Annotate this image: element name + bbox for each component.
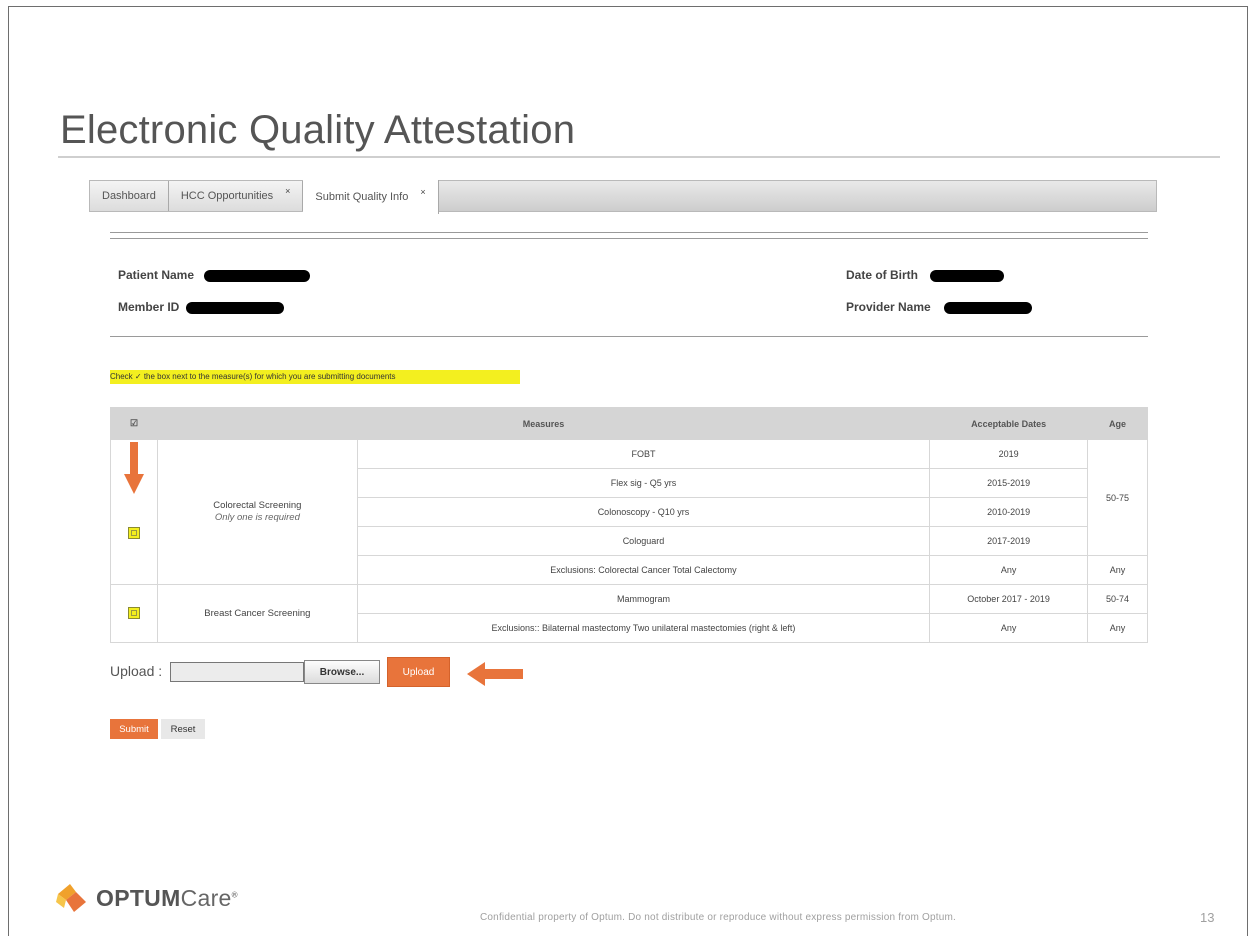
age-cell: 50-74 <box>1087 584 1148 614</box>
tab-label: Dashboard <box>102 190 156 202</box>
dates-cell: 2010-2019 <box>929 497 1089 527</box>
patient-name-label: Patient Name <box>118 268 195 282</box>
instruction-text: Check ✓ the box next to the measure(s) f… <box>110 370 520 384</box>
tab-label: HCC Opportunities <box>180 190 274 202</box>
colorectal-checkbox[interactable] <box>127 527 140 539</box>
age-cell: Any <box>1087 613 1148 643</box>
dates-cell: 2019 <box>929 439 1089 469</box>
measure-cell: Exclusions:: Bilaternal mastectomy Two u… <box>356 613 931 643</box>
check-column-header: ☑ <box>110 407 158 440</box>
divider <box>110 238 1148 239</box>
logo-product: Care <box>180 884 232 911</box>
logo-wordmark: OPTUMCare® <box>96 885 238 912</box>
measure-cell: Mammogram <box>356 584 931 614</box>
dates-cell: 2015-2019 <box>929 468 1089 498</box>
arrow-down-icon <box>124 442 144 494</box>
confidentiality-footer: Confidential property of Optum. Do not d… <box>480 912 956 923</box>
close-icon[interactable]: × <box>285 186 290 196</box>
measure-cell: Cologuard <box>356 526 931 556</box>
tab-hcc-opportunities[interactable]: HCC Opportunities × <box>168 181 304 211</box>
table-row: Breast Cancer Screening Mammogram Octobe… <box>110 584 1148 643</box>
page-title: Electronic Quality Attestation <box>60 108 576 152</box>
age-cell: 50-75 <box>1087 439 1148 556</box>
group-note: Only one is required <box>214 512 300 523</box>
submit-button[interactable]: Submit <box>110 719 158 739</box>
optum-logo-icon <box>56 884 86 912</box>
measures-column-header: Measures <box>156 407 931 440</box>
upload-label: Upload : <box>110 663 163 679</box>
measure-cell: Exclusions: Colorectal Cancer Total Cale… <box>356 555 931 585</box>
dates-cell: Any <box>929 555 1089 585</box>
arrow-left-icon <box>467 662 523 686</box>
browse-button[interactable]: Browse... <box>304 660 380 684</box>
measures-table: ☑ Measures Acceptable Dates Age Colorect… <box>110 407 1148 643</box>
dates-cell: Any <box>929 613 1089 643</box>
divider <box>110 336 1148 337</box>
colorectal-group-cell: Colorectal Screening Only one is require… <box>156 439 358 585</box>
tab-dashboard[interactable]: Dashboard <box>90 181 169 211</box>
measure-cell: Colonoscopy - Q10 yrs <box>356 497 931 527</box>
dob-label: Date of Birth <box>846 268 918 282</box>
redacted-member-id <box>186 302 284 314</box>
optum-care-logo: OPTUMCare® <box>54 880 238 916</box>
tab-submit-quality-info[interactable]: Submit Quality Info × <box>303 180 439 214</box>
provider-name-label: Provider Name <box>846 300 931 314</box>
redacted-dob <box>930 270 1004 282</box>
age-column-header: Age <box>1087 407 1148 440</box>
breast-group-cell: Breast Cancer Screening <box>156 584 358 643</box>
age-cell: Any <box>1087 555 1148 585</box>
page-number: 13 <box>1200 910 1215 925</box>
measure-cell: FOBT <box>356 439 931 469</box>
dates-cell: October 2017 - 2019 <box>929 584 1089 614</box>
member-id-label: Member ID <box>118 300 180 314</box>
redacted-patient-name <box>204 270 310 282</box>
redacted-provider-name <box>944 302 1032 314</box>
close-icon[interactable]: × <box>420 187 425 197</box>
measure-cell: Flex sig - Q5 yrs <box>356 468 931 498</box>
breast-checkbox-cell <box>110 584 158 643</box>
tab-label: Submit Quality Info <box>315 191 409 203</box>
group-label: Breast Cancer Screening <box>204 607 311 619</box>
tab-bar: Dashboard HCC Opportunities × Submit Qua… <box>89 180 1157 214</box>
dates-cell: 2017-2019 <box>929 526 1089 556</box>
table-row: Colorectal Screening Only one is require… <box>110 439 1148 585</box>
file-path-input[interactable] <box>170 662 304 682</box>
table-header-row: ☑ Measures Acceptable Dates Age <box>110 407 1148 440</box>
upload-button[interactable]: Upload <box>387 657 450 687</box>
logo-mark: ® <box>231 889 238 899</box>
dates-column-header: Acceptable Dates <box>929 407 1089 440</box>
group-label: Colorectal Screening <box>213 500 302 511</box>
breast-checkbox[interactable] <box>127 606 140 619</box>
logo-brand: OPTUM <box>96 884 181 911</box>
reset-button[interactable]: Reset <box>161 719 205 739</box>
title-divider <box>58 156 1220 158</box>
divider <box>110 232 1148 233</box>
